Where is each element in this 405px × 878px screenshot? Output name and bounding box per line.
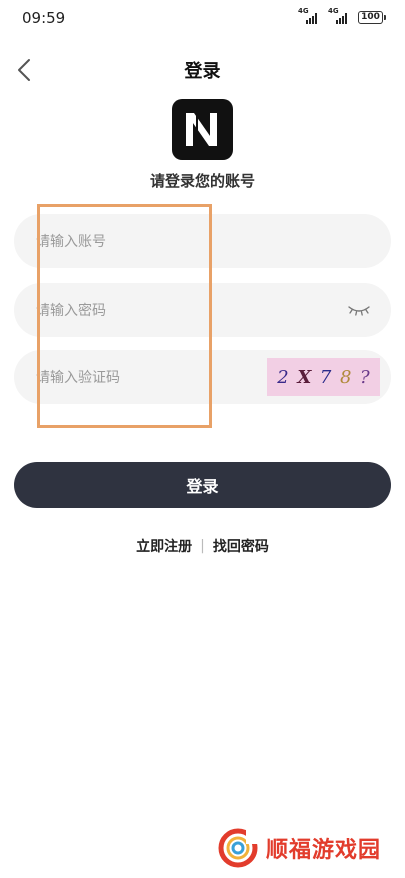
watermark-text: 顺福游戏园 (266, 838, 382, 863)
password-input[interactable] (34, 283, 268, 339)
captcha-char: 7 (319, 366, 332, 388)
link-separator: | (200, 538, 205, 554)
captcha-char: ? (360, 366, 370, 388)
battery-icon: 100 (358, 10, 386, 24)
subtitle: 请登录您的账号 (149, 172, 255, 190)
login-button[interactable]: 登录 (14, 462, 391, 508)
signal-icon: 4G (298, 7, 322, 24)
signal-icon: 4G (328, 7, 352, 24)
status-time: 09:59 (22, 9, 66, 27)
auth-links: 立即注册 | 找回密码 (0, 536, 405, 556)
watermark: 顺福游戏园 (218, 828, 381, 868)
captcha-char: 2 (277, 366, 289, 388)
captcha-field: 2 X 7 8 ? (14, 350, 391, 406)
n-logo-icon (186, 113, 217, 146)
status-indicators: 4G 4G 100 (298, 7, 386, 24)
toggle-password-visibility-button[interactable] (347, 302, 371, 318)
login-screen: 09:59 4G 4G 100 登录 请登录您的账号 请输入账号 请输入验证码 … (0, 0, 405, 878)
status-bar: 09:59 4G 4G 100 (0, 0, 405, 36)
register-link[interactable]: 立即注册 (136, 536, 192, 556)
forgot-password-link[interactable]: 找回密码 (213, 536, 269, 556)
captcha-input[interactable] (34, 350, 268, 406)
app-logo (172, 99, 233, 160)
eye-closed-icon (348, 306, 370, 316)
page-title: 登录 (184, 61, 221, 82)
captcha-char: 8 (339, 366, 352, 388)
captcha-image[interactable]: 2 X 7 8 ? (267, 358, 380, 396)
password-field (14, 283, 391, 339)
account-field (14, 214, 391, 270)
account-input[interactable] (34, 214, 268, 270)
watermark-logo-icon (218, 828, 258, 868)
captcha-char: X (297, 366, 312, 388)
